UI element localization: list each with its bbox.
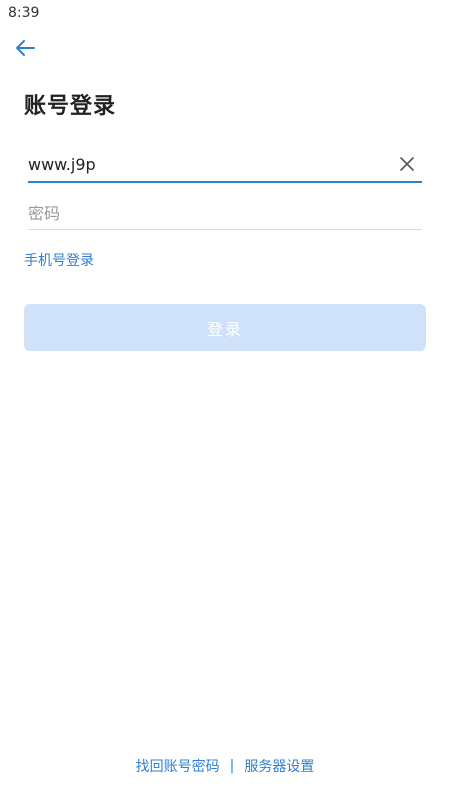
- page-title: 账号登录: [24, 94, 117, 119]
- phone-login-link[interactable]: 手机号登录: [24, 250, 94, 270]
- account-field: [28, 147, 422, 183]
- footer-separator: |: [229, 758, 235, 774]
- clear-account-button[interactable]: [398, 155, 416, 173]
- back-button[interactable]: [10, 33, 40, 63]
- password-input[interactable]: [28, 197, 388, 229]
- server-settings-link[interactable]: 服务器设置: [244, 756, 314, 776]
- arrow-left-icon: [16, 40, 35, 56]
- status-time: 8:39: [8, 5, 40, 21]
- recover-account-link[interactable]: 找回账号密码: [136, 756, 220, 776]
- login-button[interactable]: 登录: [24, 304, 426, 351]
- password-field: [28, 197, 422, 230]
- status-bar: 8:39: [0, 0, 450, 26]
- account-input[interactable]: [28, 147, 388, 181]
- footer-links: 找回账号密码 | 服务器设置: [0, 756, 450, 776]
- close-icon: [400, 157, 414, 171]
- login-screen: 8:39 账号登录 手机号登录 登录 找回账号密码 | 服务器设置: [0, 0, 450, 800]
